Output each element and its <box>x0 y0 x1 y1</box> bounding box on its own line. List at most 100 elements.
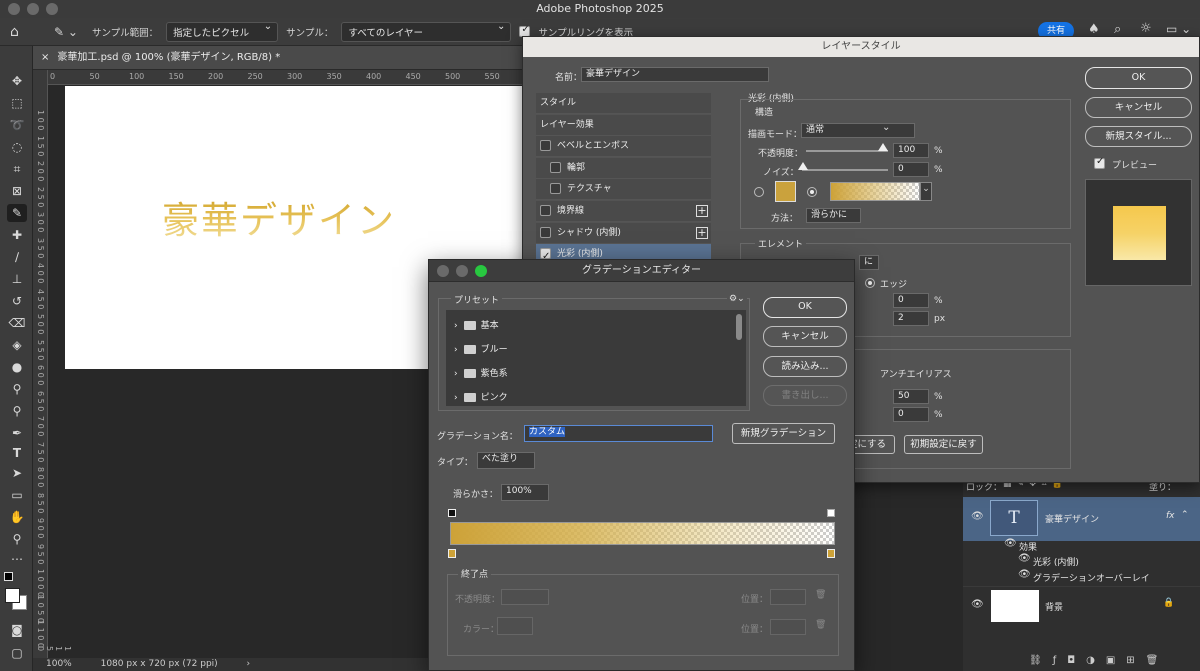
quick-mask-icon[interactable]: ◙ <box>7 621 27 639</box>
visibility-eye-icon[interactable]: 👁 <box>1018 569 1031 580</box>
opacity-stop-start[interactable] <box>448 509 456 517</box>
chevron-right-icon[interactable]: › <box>454 369 458 379</box>
style-checkbox[interactable] <box>550 161 561 173</box>
blur-tool-icon[interactable]: ● <box>7 358 27 376</box>
sample-range-select[interactable]: 指定したピクセル <box>166 21 279 42</box>
blend-mode-select[interactable]: 通常 <box>801 123 915 138</box>
source-edge-radio[interactable] <box>865 278 875 288</box>
style-item[interactable]: ベベルとエンボス <box>536 136 711 158</box>
color-stop-start[interactable] <box>448 549 456 558</box>
zoom-level[interactable]: 100% <box>46 659 72 669</box>
reset-default-button[interactable]: 初期設定に戻す <box>904 435 983 454</box>
range-field[interactable]: 50 <box>893 389 929 404</box>
layer-name-field[interactable]: 豪華デザイン <box>581 67 769 82</box>
opacity-slider-handle[interactable] <box>878 143 888 151</box>
zoom-burn-icon[interactable]: ⚲ <box>7 402 27 420</box>
paint-bucket-icon[interactable]: ◈ <box>7 336 27 354</box>
style-item[interactable]: テクスチャ <box>536 179 711 201</box>
hand-tool-icon[interactable]: ✋ <box>7 508 27 526</box>
window-controls[interactable] <box>8 3 58 15</box>
color-stop-end[interactable] <box>827 549 835 558</box>
crop-tool-icon[interactable]: ⌗ <box>7 160 27 178</box>
layer-row-background[interactable]: 👁 背景 🔒 <box>963 586 1200 624</box>
noise-slider[interactable] <box>802 169 888 171</box>
presets-list[interactable]: › 基本 › ブルー › 紫色系 › ピンク <box>446 310 746 406</box>
history-brush-icon[interactable]: ↺ <box>7 292 27 310</box>
style-item[interactable]: 輪郭 <box>536 157 711 179</box>
glow-color-swatch[interactable] <box>775 181 796 202</box>
effect-row-gradient-overlay[interactable]: 👁 グラデーションオーバーレイ <box>963 568 1200 584</box>
move-tool-icon[interactable]: ✥ <box>7 72 27 90</box>
cancel-button[interactable]: キャンセル <box>1085 97 1192 118</box>
opacity-slider[interactable] <box>806 150 888 152</box>
cancel-button[interactable]: キャンセル <box>763 326 847 347</box>
solid-color-radio[interactable] <box>754 187 764 197</box>
layer-row-text[interactable]: 👁 T 豪華デザイン fx ⌃ <box>963 497 1200 541</box>
foreground-color-swatch[interactable] <box>5 588 20 603</box>
glow-gradient-picker[interactable] <box>830 182 920 201</box>
add-effect-icon[interactable]: + <box>696 205 708 217</box>
eyedropper-tool-icon[interactable]: ✎ <box>7 204 27 222</box>
pen-tool-icon[interactable]: ✒ <box>7 424 27 442</box>
dodge-tool-icon[interactable]: ⚲ <box>7 380 27 398</box>
chevron-right-icon[interactable]: › <box>454 345 458 355</box>
search-icon[interactable]: ⌕ <box>1114 22 1121 37</box>
zoom-tool-icon[interactable]: ⚲ <box>7 530 27 548</box>
visibility-eye-icon[interactable]: 👁 <box>1004 538 1017 549</box>
style-item[interactable]: 境界線 + <box>536 201 711 222</box>
eyedropper-tool-icon[interactable]: ✎ ⌄ <box>54 25 78 39</box>
style-checkbox[interactable] <box>540 140 551 152</box>
preset-folder-row[interactable]: › ブルー <box>454 342 508 355</box>
more-tools-icon[interactable]: ⋯ <box>7 550 27 568</box>
noise-slider-handle[interactable] <box>798 162 808 170</box>
preset-folder-row[interactable]: › ピンク <box>454 390 508 403</box>
screen-mode-icon[interactable]: ▢ <box>7 644 27 662</box>
default-colors-icon[interactable] <box>4 572 13 581</box>
style-item[interactable]: シャドウ (内側) + <box>536 222 711 244</box>
frame-tool-icon[interactable]: ⊠ <box>7 182 27 200</box>
style-checkbox[interactable] <box>540 205 551 216</box>
healing-brush-icon[interactable]: ✚ <box>7 226 27 244</box>
opacity-stop-end[interactable] <box>827 509 835 517</box>
brush-tool-icon[interactable]: ∕ <box>7 248 27 266</box>
chevron-up-icon[interactable]: ⌃ <box>1181 510 1189 520</box>
source-select-partial[interactable]: に <box>859 255 879 270</box>
chevron-right-icon[interactable]: › <box>454 393 458 403</box>
chevron-right-icon[interactable]: › <box>247 659 251 669</box>
style-item[interactable]: レイヤー効果 <box>536 114 711 136</box>
gradient-name-field[interactable]: カスタム <box>524 425 713 442</box>
smoothness-field[interactable]: 100% <box>501 484 549 501</box>
load-button[interactable]: 読み込み... <box>763 356 847 377</box>
close-tab-icon[interactable]: × <box>41 52 49 63</box>
jitter-field[interactable]: 0 <box>893 407 929 422</box>
gradient-radio[interactable] <box>807 187 817 197</box>
visibility-eye-icon[interactable]: 👁 <box>971 511 984 522</box>
document-tab[interactable]: × 豪華加工.psd @ 100% (豪華デザイン, RGB/8) * <box>33 46 523 70</box>
size-field[interactable]: 2 <box>893 311 929 326</box>
marquee-tool-icon[interactable]: ⬚ <box>7 94 27 112</box>
visibility-eye-icon[interactable]: 👁 <box>971 599 984 610</box>
layers-footer-icons[interactable]: ⛓ƒ◘◑▣⊞🗑 <box>1029 655 1169 666</box>
type-tool-icon[interactable]: T <box>7 444 27 462</box>
eraser-tool-icon[interactable]: ⌫ <box>7 314 27 332</box>
gradient-bar[interactable] <box>450 522 835 545</box>
sample-select[interactable]: すべてのレイヤー <box>341 21 512 42</box>
window-controls[interactable] <box>437 265 487 277</box>
add-effect-icon[interactable]: + <box>696 226 708 239</box>
gradient-dropdown-button[interactable]: ⌄ <box>920 182 932 201</box>
chevron-right-icon[interactable]: › <box>454 321 458 331</box>
choke-field[interactable]: 0 <box>893 293 929 308</box>
home-icon[interactable]: ⌂ <box>10 24 32 40</box>
quick-select-tool-icon[interactable]: ◌ <box>7 138 27 156</box>
new-style-button[interactable]: 新規スタイル... <box>1085 126 1192 147</box>
noise-field[interactable]: 0 <box>893 162 929 177</box>
visibility-eye-icon[interactable]: 👁 <box>1018 553 1031 564</box>
path-select-icon[interactable]: ➤ <box>7 464 27 482</box>
style-checkbox[interactable] <box>550 183 561 195</box>
preset-folder-row[interactable]: › 紫色系 <box>454 366 508 379</box>
ok-button[interactable]: OK <box>1085 67 1192 89</box>
presets-gear-icon[interactable]: ⚙⌄ <box>727 294 747 304</box>
effect-row-inner-glow[interactable]: 👁 光彩 (内側) <box>963 552 1200 568</box>
notification-icon[interactable]: ♠ <box>1088 22 1100 37</box>
layer-fx-badge[interactable]: fx <box>1166 511 1175 521</box>
